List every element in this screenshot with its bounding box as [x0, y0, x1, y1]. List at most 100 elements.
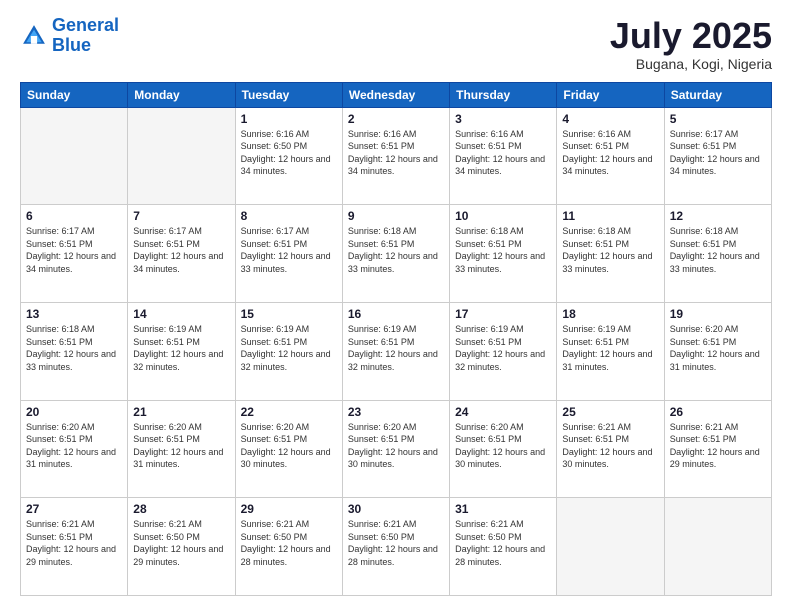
day-info: Sunrise: 6:17 AM Sunset: 6:51 PM Dayligh…	[133, 225, 229, 275]
calendar-page: General Blue July 2025 Bugana, Kogi, Nig…	[0, 0, 792, 612]
week-row-2: 13 Sunrise: 6:18 AM Sunset: 6:51 PM Dayli…	[21, 302, 772, 400]
day-number: 16	[348, 307, 444, 321]
header-saturday: Saturday	[664, 82, 771, 107]
table-cell: 30 Sunrise: 6:21 AM Sunset: 6:50 PM Dayli…	[342, 498, 449, 596]
day-info: Sunrise: 6:18 AM Sunset: 6:51 PM Dayligh…	[670, 225, 766, 275]
day-number: 2	[348, 112, 444, 126]
table-cell: 5 Sunrise: 6:17 AM Sunset: 6:51 PM Daylig…	[664, 107, 771, 205]
table-cell: 10 Sunrise: 6:18 AM Sunset: 6:51 PM Dayli…	[450, 205, 557, 303]
table-cell: 15 Sunrise: 6:19 AM Sunset: 6:51 PM Dayli…	[235, 302, 342, 400]
day-info: Sunrise: 6:21 AM Sunset: 6:51 PM Dayligh…	[562, 421, 658, 471]
day-info: Sunrise: 6:20 AM Sunset: 6:51 PM Dayligh…	[241, 421, 337, 471]
header-wednesday: Wednesday	[342, 82, 449, 107]
day-info: Sunrise: 6:17 AM Sunset: 6:51 PM Dayligh…	[670, 128, 766, 178]
day-info: Sunrise: 6:21 AM Sunset: 6:51 PM Dayligh…	[26, 518, 122, 568]
day-number: 27	[26, 502, 122, 516]
table-cell: 21 Sunrise: 6:20 AM Sunset: 6:51 PM Dayli…	[128, 400, 235, 498]
day-number: 21	[133, 405, 229, 419]
table-cell: 22Sunrise: 6:20 AM Sunset: 6:51 PM Dayli…	[235, 400, 342, 498]
table-cell: 12 Sunrise: 6:18 AM Sunset: 6:51 PM Dayli…	[664, 205, 771, 303]
day-number: 26	[670, 405, 766, 419]
day-info: Sunrise: 6:16 AM Sunset: 6:51 PM Dayligh…	[455, 128, 551, 178]
table-cell	[557, 498, 664, 596]
day-number: 14	[133, 307, 229, 321]
header-thursday: Thursday	[450, 82, 557, 107]
day-number: 6	[26, 209, 122, 223]
table-cell: 2 Sunrise: 6:16 AM Sunset: 6:51 PM Daylig…	[342, 107, 449, 205]
day-number: 19	[670, 307, 766, 321]
day-number: 17	[455, 307, 551, 321]
day-number: 28	[133, 502, 229, 516]
day-info: Sunrise: 6:21 AM Sunset: 6:50 PM Dayligh…	[348, 518, 444, 568]
table-cell: 13 Sunrise: 6:18 AM Sunset: 6:51 PM Dayli…	[21, 302, 128, 400]
table-cell: 1Sunrise: 6:16 AM Sunset: 6:50 PM Daylig…	[235, 107, 342, 205]
day-number: 7	[133, 209, 229, 223]
table-cell: 24 Sunrise: 6:20 AM Sunset: 6:51 PM Dayli…	[450, 400, 557, 498]
title-block: July 2025 Bugana, Kogi, Nigeria	[610, 16, 772, 72]
table-cell: 14Sunrise: 6:19 AM Sunset: 6:51 PM Dayli…	[128, 302, 235, 400]
table-cell: 7 Sunrise: 6:17 AM Sunset: 6:51 PM Daylig…	[128, 205, 235, 303]
table-cell: 6 Sunrise: 6:17 AM Sunset: 6:51 PM Daylig…	[21, 205, 128, 303]
table-cell: 31 Sunrise: 6:21 AM Sunset: 6:50 PM Dayli…	[450, 498, 557, 596]
day-number: 20	[26, 405, 122, 419]
header-monday: Monday	[128, 82, 235, 107]
table-cell: 16Sunrise: 6:19 AM Sunset: 6:51 PM Dayli…	[342, 302, 449, 400]
day-info: Sunrise: 6:17 AM Sunset: 6:51 PM Dayligh…	[26, 225, 122, 275]
day-info: Sunrise: 6:18 AM Sunset: 6:51 PM Dayligh…	[562, 225, 658, 275]
day-info: Sunrise: 6:21 AM Sunset: 6:50 PM Dayligh…	[455, 518, 551, 568]
day-info: Sunrise: 6:18 AM Sunset: 6:51 PM Dayligh…	[26, 323, 122, 373]
table-cell: 27 Sunrise: 6:21 AM Sunset: 6:51 PM Dayli…	[21, 498, 128, 596]
day-number: 10	[455, 209, 551, 223]
day-number: 24	[455, 405, 551, 419]
day-info: Sunrise: 6:16 AM Sunset: 6:51 PM Dayligh…	[348, 128, 444, 178]
day-number: 5	[670, 112, 766, 126]
day-number: 1	[241, 112, 337, 126]
day-number: 29	[241, 502, 337, 516]
week-row-3: 20 Sunrise: 6:20 AM Sunset: 6:51 PM Dayli…	[21, 400, 772, 498]
day-info: Sunrise: 6:17 AM Sunset: 6:51 PM Dayligh…	[241, 225, 337, 275]
header: General Blue July 2025 Bugana, Kogi, Nig…	[20, 16, 772, 72]
day-number: 9	[348, 209, 444, 223]
table-cell: 25 Sunrise: 6:21 AM Sunset: 6:51 PM Dayli…	[557, 400, 664, 498]
table-cell: 29 Sunrise: 6:21 AM Sunset: 6:50 PM Dayli…	[235, 498, 342, 596]
table-cell: 3 Sunrise: 6:16 AM Sunset: 6:51 PM Daylig…	[450, 107, 557, 205]
day-info: Sunrise: 6:20 AM Sunset: 6:51 PM Dayligh…	[133, 421, 229, 471]
day-info: Sunrise: 6:21 AM Sunset: 6:50 PM Dayligh…	[133, 518, 229, 568]
day-info: Sunrise: 6:19 AM Sunset: 6:51 PM Dayligh…	[241, 323, 337, 373]
day-number: 3	[455, 112, 551, 126]
day-number: 15	[241, 307, 337, 321]
calendar-title: July 2025	[610, 16, 772, 56]
calendar-subtitle: Bugana, Kogi, Nigeria	[610, 56, 772, 72]
table-cell: 17Sunrise: 6:19 AM Sunset: 6:51 PM Dayli…	[450, 302, 557, 400]
day-number: 12	[670, 209, 766, 223]
day-info: Sunrise: 6:19 AM Sunset: 6:51 PM Dayligh…	[562, 323, 658, 373]
table-cell: 23 Sunrise: 6:20 AM Sunset: 6:51 PM Dayli…	[342, 400, 449, 498]
week-row-1: 6 Sunrise: 6:17 AM Sunset: 6:51 PM Daylig…	[21, 205, 772, 303]
week-row-0: 1Sunrise: 6:16 AM Sunset: 6:50 PM Daylig…	[21, 107, 772, 205]
day-info: Sunrise: 6:18 AM Sunset: 6:51 PM Dayligh…	[455, 225, 551, 275]
day-info: Sunrise: 6:20 AM Sunset: 6:51 PM Dayligh…	[348, 421, 444, 471]
day-number: 31	[455, 502, 551, 516]
table-cell: 18Sunrise: 6:19 AM Sunset: 6:51 PM Dayli…	[557, 302, 664, 400]
calendar-header-row: Sunday Monday Tuesday Wednesday Thursday…	[21, 82, 772, 107]
table-cell: 20Sunrise: 6:20 AM Sunset: 6:51 PM Dayli…	[21, 400, 128, 498]
table-cell	[21, 107, 128, 205]
day-info: Sunrise: 6:21 AM Sunset: 6:50 PM Dayligh…	[241, 518, 337, 568]
logo: General Blue	[20, 16, 119, 56]
table-cell: 4 Sunrise: 6:16 AM Sunset: 6:51 PM Daylig…	[557, 107, 664, 205]
day-info: Sunrise: 6:16 AM Sunset: 6:51 PM Dayligh…	[562, 128, 658, 178]
day-number: 13	[26, 307, 122, 321]
day-number: 25	[562, 405, 658, 419]
day-info: Sunrise: 6:18 AM Sunset: 6:51 PM Dayligh…	[348, 225, 444, 275]
day-info: Sunrise: 6:20 AM Sunset: 6:51 PM Dayligh…	[455, 421, 551, 471]
table-cell: 9 Sunrise: 6:18 AM Sunset: 6:51 PM Daylig…	[342, 205, 449, 303]
table-cell: 19Sunrise: 6:20 AM Sunset: 6:51 PM Dayli…	[664, 302, 771, 400]
logo-text: General Blue	[52, 16, 119, 56]
table-cell	[664, 498, 771, 596]
day-number: 4	[562, 112, 658, 126]
header-sunday: Sunday	[21, 82, 128, 107]
day-number: 30	[348, 502, 444, 516]
day-number: 23	[348, 405, 444, 419]
header-tuesday: Tuesday	[235, 82, 342, 107]
table-cell: 28 Sunrise: 6:21 AM Sunset: 6:50 PM Dayli…	[128, 498, 235, 596]
